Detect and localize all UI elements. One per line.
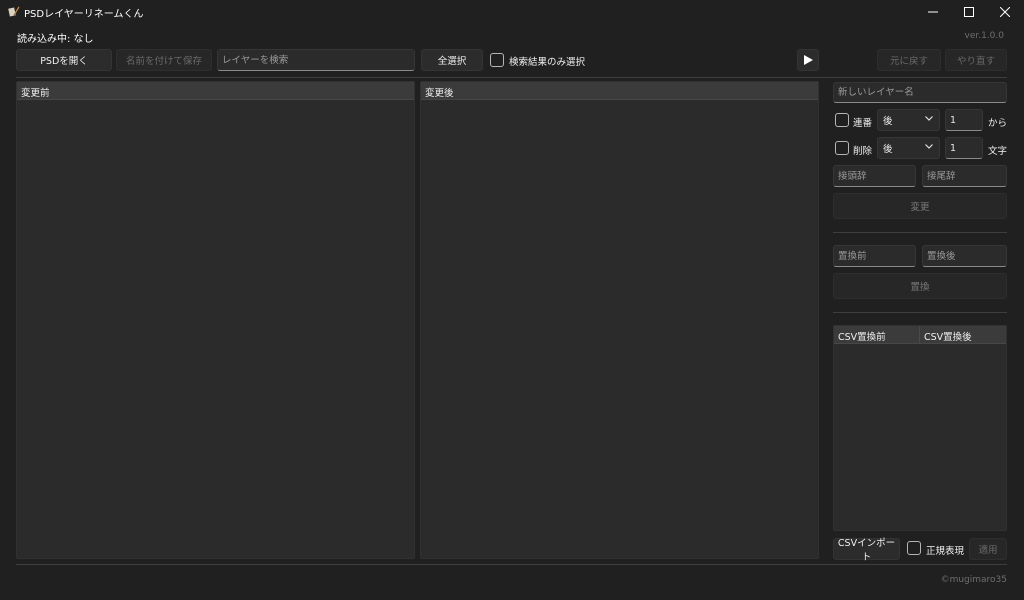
layer-search-input[interactable] bbox=[217, 49, 415, 71]
minimize-button[interactable] bbox=[914, 0, 952, 24]
close-icon bbox=[1000, 7, 1010, 17]
replace-divider bbox=[833, 312, 1007, 313]
sequence-suffix-label: から bbox=[988, 118, 1008, 129]
app-icon bbox=[8, 6, 20, 17]
delete-position-select[interactable]: 後 bbox=[877, 137, 940, 159]
after-list-header: 変更後 bbox=[421, 82, 818, 100]
chevron-down-icon bbox=[925, 116, 933, 121]
delete-position-value: 後 bbox=[883, 144, 893, 155]
title-bar bbox=[0, 0, 1024, 24]
replace-before-input[interactable] bbox=[833, 245, 916, 267]
delete-label: 削除 bbox=[853, 146, 873, 157]
delete-count-input[interactable] bbox=[945, 137, 983, 159]
replace-after-input[interactable] bbox=[922, 245, 1007, 267]
rename-divider bbox=[833, 232, 1007, 233]
search-only-label: 検索結果のみ選択 bbox=[509, 57, 586, 68]
select-all-button[interactable]: 全選択 bbox=[421, 49, 483, 71]
close-button[interactable] bbox=[986, 0, 1024, 24]
delete-suffix-label: 文字 bbox=[988, 146, 1008, 157]
play-icon bbox=[803, 55, 813, 65]
before-list-header: 変更前 bbox=[17, 82, 414, 100]
prefix-input[interactable] bbox=[833, 165, 916, 187]
sequence-position-value: 後 bbox=[883, 116, 893, 127]
sequence-label: 連番 bbox=[853, 118, 873, 129]
save-as-button[interactable]: 名前を付けて保存 bbox=[116, 49, 212, 71]
csv-table[interactable]: CSV置換前 CSV置換後 bbox=[833, 325, 1007, 531]
sequence-checkbox[interactable] bbox=[835, 113, 849, 127]
open-psd-button[interactable]: PSDを開く bbox=[16, 49, 112, 71]
copyright-label: ©mugimaro35 bbox=[940, 575, 1007, 585]
version-label: ver.1.0.0 bbox=[964, 31, 1005, 41]
sequence-start-input[interactable] bbox=[945, 109, 983, 131]
bottom-divider bbox=[16, 564, 1007, 565]
delete-checkbox[interactable] bbox=[835, 141, 849, 155]
apply-button[interactable]: 適用 bbox=[969, 538, 1007, 560]
loading-status: 読み込み中: なし bbox=[17, 34, 94, 45]
regex-label: 正規表現 bbox=[926, 546, 965, 557]
sequence-position-select[interactable]: 後 bbox=[877, 109, 940, 131]
csv-col-before-header: CSV置換前 bbox=[834, 326, 920, 344]
window-title: PSDレイヤーリネームくん bbox=[24, 9, 144, 20]
csv-col-after-header: CSV置換後 bbox=[920, 326, 1006, 344]
redo-button[interactable]: やり直す bbox=[945, 49, 1007, 71]
undo-button[interactable]: 元に戻す bbox=[877, 49, 941, 71]
minimize-icon bbox=[928, 11, 938, 13]
play-button[interactable] bbox=[797, 49, 819, 71]
maximize-button[interactable] bbox=[950, 0, 988, 24]
change-button[interactable]: 変更 bbox=[833, 193, 1007, 219]
search-only-checkbox[interactable] bbox=[490, 53, 504, 67]
replace-button[interactable]: 置換 bbox=[833, 273, 1007, 299]
before-list-panel[interactable]: 変更前 bbox=[16, 81, 415, 559]
chevron-down-icon bbox=[925, 144, 933, 149]
new-layer-name-input[interactable] bbox=[833, 82, 1007, 103]
after-list-panel[interactable]: 変更後 bbox=[420, 81, 819, 559]
top-divider bbox=[16, 77, 1007, 78]
maximize-icon bbox=[964, 7, 974, 17]
suffix-input[interactable] bbox=[922, 165, 1007, 187]
csv-import-button[interactable]: CSVインポート bbox=[833, 538, 900, 563]
regex-checkbox[interactable] bbox=[907, 541, 921, 555]
